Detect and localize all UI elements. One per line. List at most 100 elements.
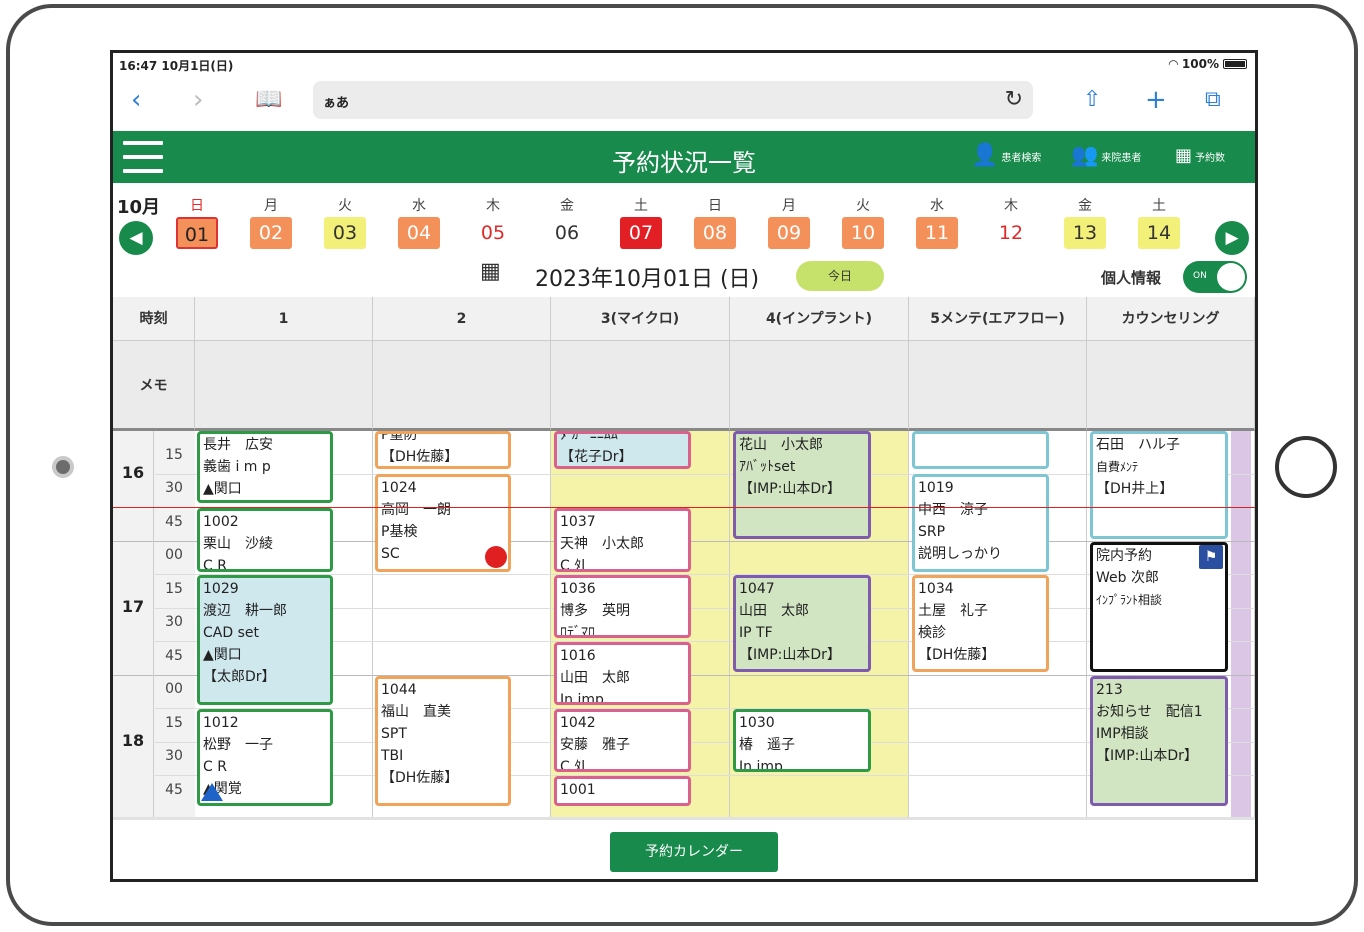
appointment-card[interactable]: 石田 ハル子 自費ﾒﾝﾃ 【DH井上】 [1090, 431, 1228, 539]
appointment-card[interactable]: 花山 小太郎 ｱﾊﾞｯﾄset 【IMP:山本Dr】 [733, 431, 871, 539]
address-bar[interactable]: ぁあ ↻ [313, 81, 1033, 119]
appointment-card[interactable]: 1001 [554, 776, 691, 806]
day-13[interactable]: 金 13 [1064, 195, 1106, 249]
appointment-card[interactable]: 1030 椿 遥子 In imp [733, 709, 871, 772]
minute-label: 45 [165, 782, 183, 798]
weekday: 水 [930, 198, 944, 214]
appointment-card[interactable]: 1036 博多 英明 ﾛﾃﾞﾏﾛ [554, 575, 691, 638]
privacy-toggle[interactable]: ON [1183, 261, 1247, 293]
memo-cell-counseling[interactable] [1087, 341, 1255, 431]
toggle-state: ON [1193, 271, 1207, 281]
appointment-card[interactable]: 1002 栗山 沙綾 C R [197, 508, 333, 572]
appt-line: 213 [1096, 682, 1123, 698]
appt-line: 【太郎Dr】 [203, 669, 276, 685]
day-03[interactable]: 火 03 [324, 195, 366, 249]
today-button[interactable]: 今日 [796, 261, 884, 291]
memo-cell-4[interactable] [730, 341, 909, 431]
back-icon[interactable]: ‹ [131, 87, 141, 113]
day-08[interactable]: 日 08 [694, 195, 736, 249]
appt-line: IP TF [739, 625, 773, 641]
day-06[interactable]: 金 06 [546, 195, 588, 249]
col-header-time: 時刻 [113, 297, 195, 341]
appt-line: P基検 [381, 524, 418, 540]
patient-search-button[interactable]: 👤 患者検索 [971, 145, 1041, 167]
patient-search-label: 患者検索 [1001, 152, 1042, 164]
appt-line: C ﾀl [560, 558, 586, 572]
memo-cell-1[interactable] [195, 341, 373, 431]
day-04[interactable]: 水 04 [398, 195, 440, 249]
day-12[interactable]: 木 12 [990, 195, 1032, 249]
day-01[interactable]: 日 01 [176, 195, 218, 249]
home-button[interactable] [1275, 436, 1337, 498]
appointment-card[interactable]: 1016 山田 太郎 In imp [554, 642, 691, 705]
hour-label: 18 [121, 731, 145, 750]
day-05[interactable]: 木 05 [472, 195, 514, 249]
appointment-card[interactable]: ﾀ ｶﾞ ﾆﾆﾑﾑ 【花子Dr】 [554, 431, 691, 469]
bookmarks-icon[interactable]: 📖 [255, 87, 282, 113]
new-tab-icon[interactable]: + [1145, 87, 1167, 113]
day-10[interactable]: 火 10 [842, 195, 884, 249]
wifi-icon: ◠ [1168, 57, 1178, 71]
appointment-card[interactable]: 213 お知らせ 配信1 IMP相談 【IMP:山本Dr】 [1090, 676, 1228, 806]
visiting-patients-button[interactable]: 👥 来院患者 [1071, 145, 1141, 167]
weekday: 日 [708, 198, 722, 214]
appt-line: 1044 [381, 682, 417, 698]
appt-line: 長井 広安 [203, 437, 273, 453]
prev-week-icon[interactable]: ◀ [119, 221, 153, 255]
appt-line: 自費ﾒﾝﾃ [1096, 460, 1139, 474]
appt-line: 福山 直美 [381, 704, 451, 720]
appointment-card[interactable]: 1042 安藤 雅子 C ﾀl [554, 709, 691, 772]
memo-label: メモ [139, 378, 168, 394]
next-week-icon[interactable]: ▶ [1215, 221, 1249, 255]
day-02[interactable]: 月 02 [250, 195, 292, 249]
day-09[interactable]: 月 09 [768, 195, 810, 249]
privacy-label: 個人情報 [1101, 269, 1162, 287]
appt-line: 安藤 雅子 [560, 737, 630, 753]
tabs-icon[interactable]: ⧉ [1205, 87, 1221, 113]
appt-line: C ﾀl [560, 759, 586, 772]
appt-line: 【DH佐藤】 [381, 449, 459, 465]
appointment-card[interactable]: 1029 渡辺 耕一郎 CAD set ▲関口 【太郎Dr】 [197, 575, 333, 705]
day-11[interactable]: 水 11 [916, 195, 958, 249]
minute-label: 30 [165, 748, 183, 764]
appointment-card[interactable]: 1047 山田 太郎 IP TF 【IMP:山本Dr】 [733, 575, 871, 672]
reservation-calendar-button[interactable]: 予約カレンダー [610, 832, 778, 872]
col-header-3: 3(マイクロ) [551, 297, 730, 341]
appt-line: C R [203, 558, 227, 572]
appointment-card[interactable]: 1037 天神 小太郎 C ﾀl [554, 508, 691, 572]
day-number: 14 [1138, 217, 1180, 249]
memo-cell-5[interactable] [909, 341, 1087, 431]
appt-line: 【IMP:山本Dr】 [739, 481, 841, 497]
appt-line: 1030 [739, 715, 775, 731]
forward-icon[interactable]: › [193, 87, 203, 113]
reload-icon[interactable]: ↻ [1005, 87, 1023, 112]
appointment-card[interactable] [912, 431, 1049, 469]
selected-date: 2023年10月01日 (日) [535, 267, 760, 292]
weekday: 火 [856, 198, 870, 214]
day-14[interactable]: 土 14 [1138, 195, 1180, 249]
reservation-count-button[interactable]: ▦ 予約数 [1175, 145, 1225, 167]
appt-line: 1016 [560, 648, 596, 664]
appointment-card[interactable]: 1044 福山 直美 SPT TBI 【DH佐藤】 [375, 676, 511, 806]
status-right: ◠ 100% [1169, 57, 1247, 71]
appt-line: 説明しっかり [918, 546, 1002, 562]
share-icon[interactable]: ⇧ [1083, 87, 1101, 113]
appointment-card[interactable]: 長井 広安 義歯 i m p ▲関口 [197, 431, 333, 503]
memo-cell-3[interactable] [551, 341, 730, 431]
appointment-card[interactable]: 1034 土屋 礼子 検診 【DH佐藤】 [912, 575, 1049, 672]
calendar-icon[interactable]: ▦ [480, 259, 501, 284]
web-booking-icon: ⚑ [1199, 545, 1223, 569]
appointment-card[interactable]: P重防 【DH佐藤】 [375, 431, 511, 469]
month-label: 10月 [117, 197, 161, 218]
day-number: 09 [768, 217, 810, 249]
appt-line: Web 次郎 [1096, 570, 1159, 586]
appointment-card[interactable]: 1019 中西 涼子 SRP 説明しっかり [912, 474, 1049, 572]
appt-line: ▲関口 [203, 647, 242, 663]
weekday: 月 [264, 198, 278, 214]
day-07[interactable]: 土 07 [620, 195, 662, 249]
minute-label: 15 [165, 581, 183, 597]
appt-line: 山田 太郎 [560, 670, 630, 686]
col-header-1: 1 [195, 297, 373, 341]
battery-percent: 100% [1181, 57, 1219, 71]
memo-cell-2[interactable] [373, 341, 551, 431]
